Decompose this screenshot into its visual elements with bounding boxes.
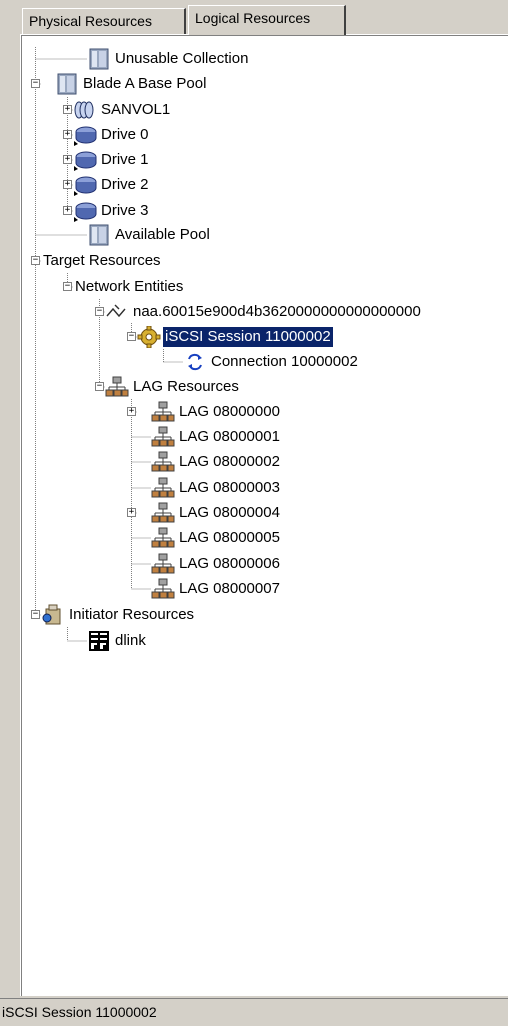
tree-node-connection[interactable]: Connection 10000002 [183,350,360,374]
network-icon [105,376,129,398]
network-icon [151,426,175,448]
status-bar: iSCSI Session 11000002 [0,998,508,1026]
node-label: Blade A Base Pool [83,75,207,92]
node-label: Drive 2 [101,176,149,193]
resource-tree[interactable]: Unusable Collection − Blade A Base Pool … [20,34,508,996]
tree-node-lag[interactable]: LAG 08000005 [151,526,282,550]
expand-toggle[interactable]: + [63,105,72,114]
network-icon [151,401,175,423]
node-label: Connection 10000002 [211,353,358,370]
tab-physical-resources[interactable]: Physical Resources [22,8,186,34]
pool-icon [55,73,79,95]
collapse-toggle[interactable]: − [95,382,104,391]
node-label: LAG 08000004 [179,504,280,521]
drive-icon [73,124,97,146]
expand-toggle[interactable]: + [127,508,136,517]
network-icon [151,578,175,600]
target-icon [105,301,129,323]
node-label: LAG 08000003 [179,479,280,496]
node-label: Network Entities [75,278,184,295]
tree-node-blade-a-base-pool[interactable]: Blade A Base Pool [55,72,208,96]
node-label: SANVOL1 [101,101,171,118]
tree-node-lag[interactable]: LAG 08000006 [151,552,282,576]
network-icon [151,527,175,549]
tree-node-lag-resources[interactable]: LAG Resources [105,375,241,399]
collapse-toggle[interactable]: − [95,307,104,316]
node-label: LAG 08000005 [179,529,280,546]
node-label: Unusable Collection [115,50,249,67]
collapse-toggle[interactable]: − [127,332,136,341]
expand-toggle[interactable]: + [63,155,72,164]
tree-node-iscsi-session[interactable]: iSCSI Session 11000002 [137,325,334,349]
drive-icon [73,174,97,196]
drive-icon [73,200,97,222]
tree-node-target-resources[interactable]: Target Resources [41,249,163,273]
tree-node-lag[interactable]: LAG 08000002 [151,450,282,474]
tree-node-lag[interactable]: LAG 08000001 [151,425,282,449]
node-label: LAG 08000007 [179,580,280,597]
node-label: dlink [115,632,146,649]
tree-node-unusable-collection[interactable]: Unusable Collection [87,47,250,71]
collapse-toggle[interactable]: − [63,282,72,291]
expand-toggle[interactable]: + [63,206,72,215]
tree-node-lag[interactable]: LAG 08000007 [151,577,282,601]
tree-node-network-entities[interactable]: Network Entities [73,275,185,299]
network-icon [151,502,175,524]
node-label: iSCSI Session 11000002 [162,326,334,348]
node-label: LAG 08000000 [179,403,280,420]
node-label: Available Pool [115,226,210,243]
collapse-toggle[interactable]: − [31,610,40,619]
collapse-toggle[interactable]: − [31,256,40,265]
pool-icon [87,48,111,70]
node-label: Drive 1 [101,151,149,168]
node-label: Drive 0 [101,126,149,143]
tree-node-drive-0[interactable]: Drive 0 [73,123,151,147]
node-label: LAG 08000006 [179,555,280,572]
expand-toggle[interactable]: + [63,130,72,139]
session-gear-icon [137,325,161,349]
node-label: Drive 3 [101,202,149,219]
node-label: LAG 08000002 [179,453,280,470]
collapse-toggle[interactable]: − [31,79,40,88]
volume-icon [73,99,97,121]
tree-node-naa-target[interactable]: naa.60015e900d4b3620000000000000000 [105,300,423,324]
initiator-icon [41,604,65,626]
node-label: LAG 08000001 [179,428,280,445]
network-icon [151,451,175,473]
tree-node-drive-3[interactable]: Drive 3 [73,199,151,223]
pool-icon [87,224,111,246]
network-icon [151,553,175,575]
tree-node-available-pool[interactable]: Available Pool [87,223,212,247]
tab-strip: Physical Resources Logical Resources [0,0,508,35]
tree-node-lag[interactable]: LAG 08000004 [151,501,282,525]
expand-toggle[interactable]: + [127,407,136,416]
node-label: naa.60015e900d4b3620000000000000000 [133,303,421,320]
status-text: iSCSI Session 11000002 [2,1004,157,1020]
tree-node-initiator-resources[interactable]: Initiator Resources [41,603,196,627]
drive-icon [73,149,97,171]
tree-node-sanvol1[interactable]: SANVOL1 [73,98,172,122]
connection-icon [183,351,207,373]
tree-node-drive-2[interactable]: Drive 2 [73,173,151,197]
tree-node-dlink[interactable]: dlink [87,629,148,653]
node-label: Target Resources [43,252,161,269]
tab-logical-resources[interactable]: Logical Resources [188,5,346,35]
device-icon [87,630,111,652]
node-label: LAG Resources [133,378,239,395]
expand-toggle[interactable]: + [63,180,72,189]
network-icon [151,477,175,499]
node-label: Initiator Resources [69,606,195,623]
tree-node-lag[interactable]: LAG 08000000 [151,400,282,424]
tree-node-drive-1[interactable]: Drive 1 [73,148,151,172]
tree-node-lag[interactable]: LAG 08000003 [151,476,282,500]
